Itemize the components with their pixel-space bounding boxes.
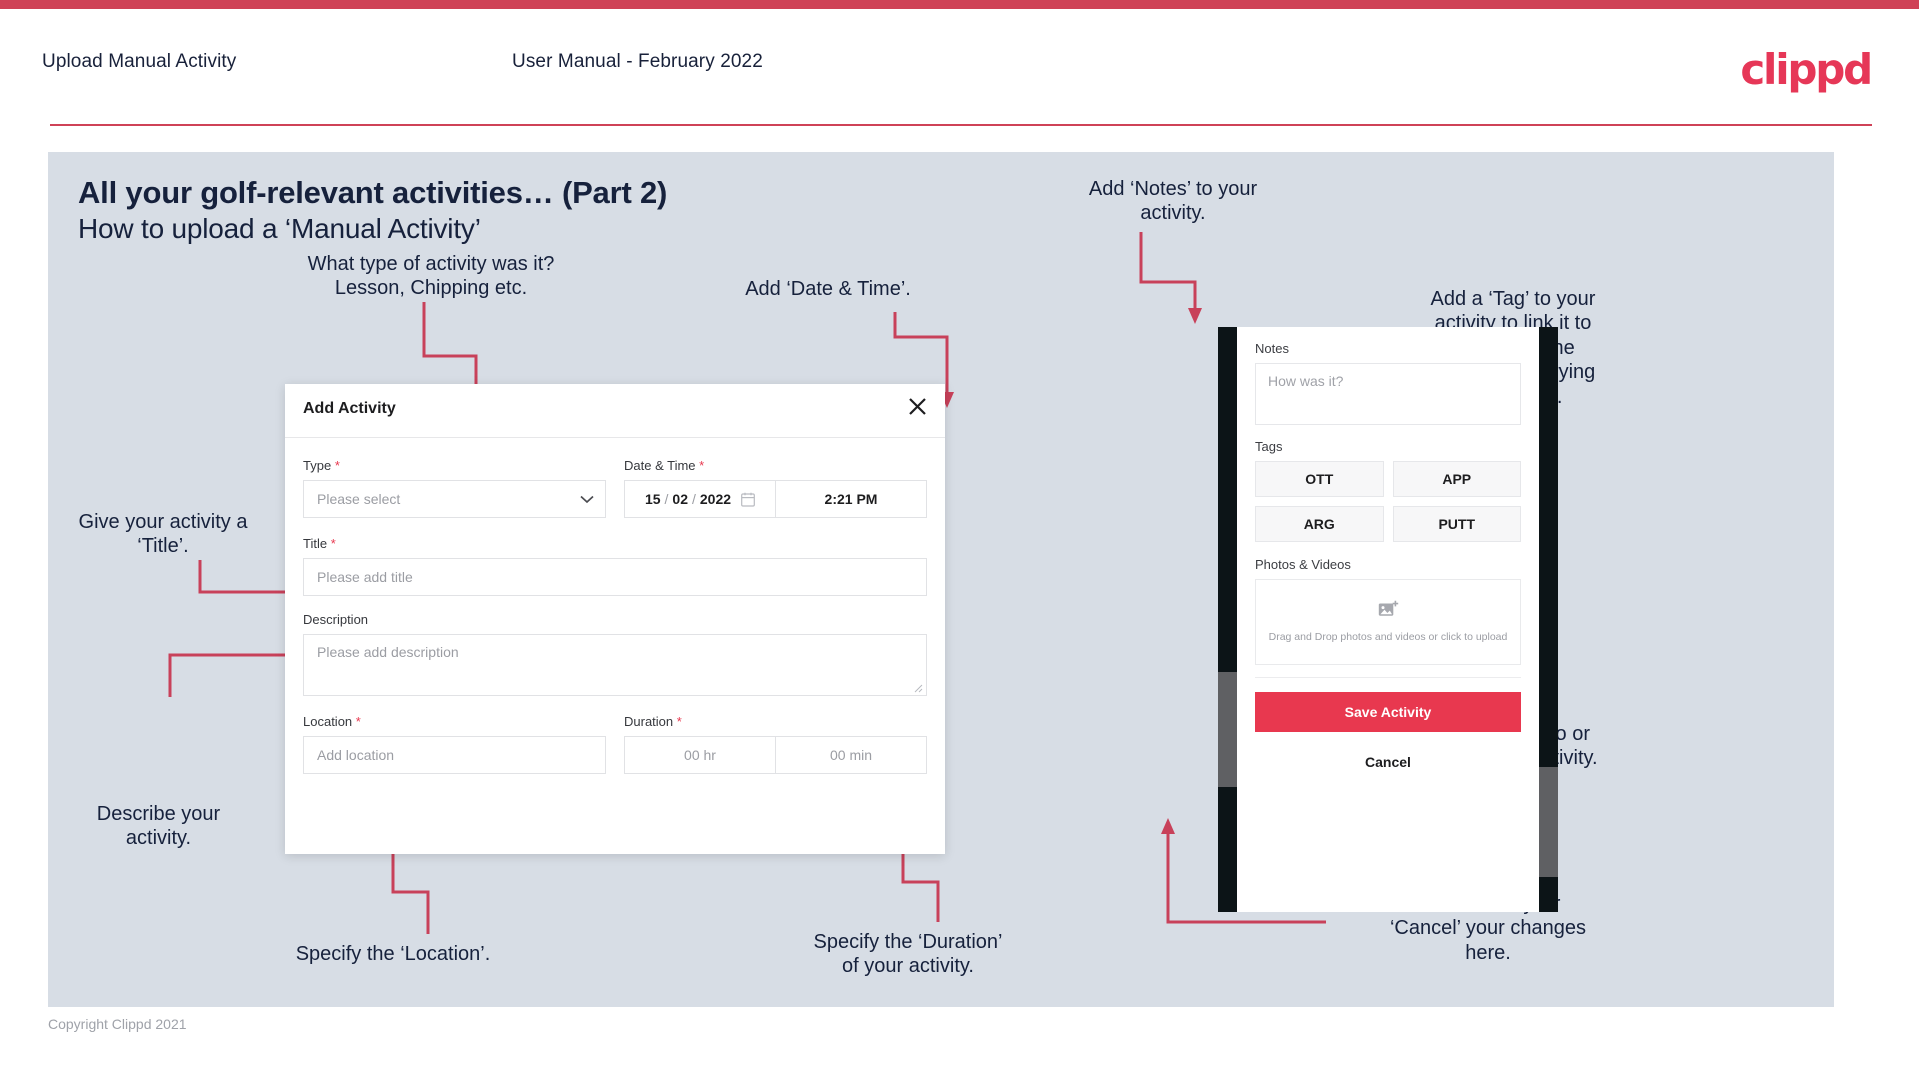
duration-label: Duration * xyxy=(624,714,682,729)
page-header: Upload Manual Activity User Manual - Feb… xyxy=(0,9,1919,125)
notes-textarea[interactable]: How was it? xyxy=(1255,363,1521,425)
annotation-type: What type of activity was it? Lesson, Ch… xyxy=(307,253,555,300)
description-textarea[interactable]: Please add description xyxy=(303,634,927,696)
annotation-notes: Add ‘Notes’ to your activity. xyxy=(1088,178,1258,225)
chevron-down-icon xyxy=(580,492,594,507)
date-sep-1: / xyxy=(664,491,669,507)
date-sep-2: / xyxy=(692,491,696,507)
location-input[interactable]: Add location xyxy=(303,736,606,774)
annotation-duration: Specify the ‘Duration’ of your activity. xyxy=(813,931,1003,978)
add-image-icon xyxy=(1378,600,1399,624)
description-label: Description xyxy=(303,612,369,627)
duration-hours-input[interactable]: 00 hr xyxy=(625,737,775,773)
annotation-datetime: Add ‘Date & Time’. xyxy=(745,278,911,300)
top-accent-bar xyxy=(0,0,1919,9)
field-title: Title * Please add title xyxy=(303,536,927,596)
slide-subtitle: How to upload a ‘Manual Activity’ xyxy=(78,213,481,244)
slide-page: Upload Manual Activity User Manual - Feb… xyxy=(0,0,1919,1079)
annotation-location: Specify the ‘Location’. xyxy=(295,943,491,965)
photo-video-dropzone[interactable]: Drag and Drop photos and videos or click… xyxy=(1255,579,1521,665)
close-icon[interactable] xyxy=(903,392,931,420)
add-activity-modal: Add Activity Type * Please select Date &… xyxy=(285,384,945,854)
tag-button-putt[interactable]: PUTT xyxy=(1392,506,1521,542)
notes-label: Notes xyxy=(1255,341,1289,356)
tag-button-arg[interactable]: ARG xyxy=(1255,506,1384,542)
required-marker: * xyxy=(334,458,340,473)
photos-videos-label: Photos & Videos xyxy=(1255,557,1351,572)
date-day: 15 xyxy=(644,491,661,507)
tags-grid: OTT APP ARG PUTT xyxy=(1255,461,1521,542)
phone-screen: Notes How was it? Tags OTT APP ARG PUTT … xyxy=(1237,327,1539,912)
save-activity-button[interactable]: Save Activity xyxy=(1255,692,1521,732)
duration-minutes-input[interactable]: 00 min xyxy=(776,737,926,773)
cancel-button[interactable]: Cancel xyxy=(1255,754,1521,770)
date-month: 02 xyxy=(672,491,688,507)
phone-mockup: Notes How was it? Tags OTT APP ARG PUTT … xyxy=(1218,327,1558,912)
date-input[interactable]: 15 / 02 / 2022 xyxy=(625,481,775,517)
field-duration: Duration * 00 hr 00 min xyxy=(624,714,927,774)
datetime-label: Date & Time * xyxy=(624,458,705,473)
phone-bezel-right xyxy=(1539,327,1558,912)
tag-button-ott[interactable]: OTT xyxy=(1255,461,1384,497)
field-location: Location * Add location xyxy=(303,714,606,774)
tag-button-app[interactable]: APP xyxy=(1392,461,1521,497)
scrollbar-left[interactable] xyxy=(1218,672,1237,787)
required-marker: * xyxy=(330,536,336,551)
phone-bezel-left xyxy=(1218,327,1237,912)
form-row-location-duration: Location * Add location Duration * 00 hr… xyxy=(303,714,927,774)
modal-body: Type * Please select Date & Time * 15 / … xyxy=(285,438,945,774)
duration-split: 00 hr 00 min xyxy=(624,736,927,774)
modal-header: Add Activity xyxy=(285,384,945,438)
required-marker: * xyxy=(699,458,705,473)
dropzone-text: Drag and Drop photos and videos or click… xyxy=(1268,630,1508,643)
resize-grip-icon[interactable] xyxy=(914,684,924,694)
scrollbar-right[interactable] xyxy=(1539,767,1558,877)
time-input[interactable]: 2:21 PM xyxy=(776,481,926,517)
annotation-title: Give your activity a ‘Title’. xyxy=(78,511,248,558)
title-label: Title * xyxy=(303,536,336,551)
clippd-logo: clippd xyxy=(1740,45,1873,94)
type-placeholder: Please select xyxy=(317,491,401,507)
header-center-title: User Manual - February 2022 xyxy=(512,51,763,72)
title-input[interactable]: Please add title xyxy=(303,558,927,596)
field-description: Description Please add description xyxy=(303,612,927,696)
modal-title: Add Activity xyxy=(303,400,396,417)
required-marker: * xyxy=(676,714,682,729)
slide-title: All your golf-relevant activities… (Part… xyxy=(78,175,668,210)
type-select[interactable]: Please select xyxy=(303,480,606,518)
required-marker: * xyxy=(355,714,361,729)
phone-divider xyxy=(1255,677,1521,678)
footer-copyright: Copyright Clippd 2021 xyxy=(48,1016,187,1032)
form-row-type-datetime: Type * Please select Date & Time * 15 / … xyxy=(303,458,927,518)
calendar-icon[interactable] xyxy=(741,492,755,507)
slide-canvas: All your golf-relevant activities… (Part… xyxy=(48,152,1834,1007)
type-label: Type * xyxy=(303,458,340,473)
field-datetime: Date & Time * 15 / 02 / 2022 2:21 PM xyxy=(624,458,927,518)
annotation-description: Describe your activity. xyxy=(96,803,221,850)
tags-label: Tags xyxy=(1255,439,1283,454)
description-placeholder: Please add description xyxy=(317,644,459,660)
datetime-split: 15 / 02 / 2022 2:21 PM xyxy=(624,480,927,518)
header-divider xyxy=(50,124,1872,126)
field-type: Type * Please select xyxy=(303,458,606,518)
header-left-title: Upload Manual Activity xyxy=(42,51,237,72)
date-year: 2022 xyxy=(699,491,732,507)
location-label: Location * xyxy=(303,714,361,729)
